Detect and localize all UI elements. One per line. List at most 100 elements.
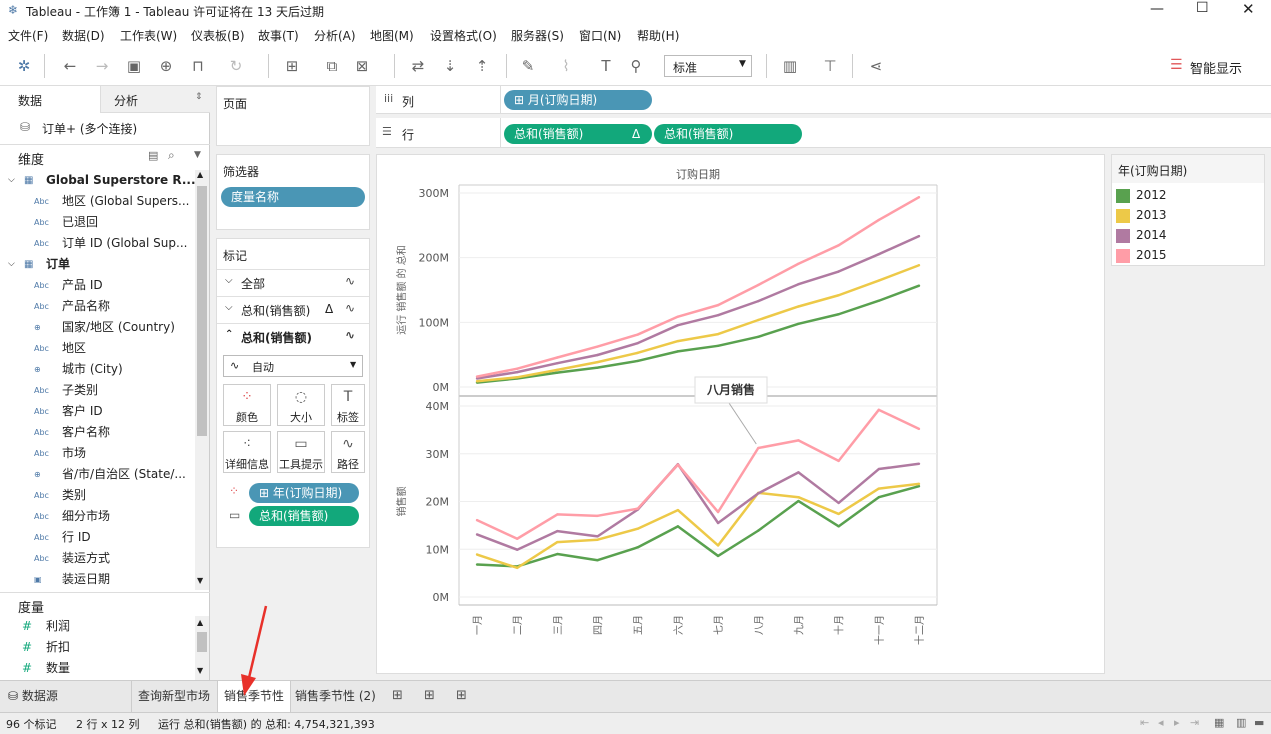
- show-cards-icon[interactable]: ▥: [780, 56, 800, 76]
- dimension-field[interactable]: Abc 产品名称: [0, 296, 195, 317]
- new-worksheet-icon[interactable]: ⊞: [282, 56, 302, 76]
- scroll-down-icon[interactable]: ▼: [197, 576, 203, 585]
- clear-sheet-icon[interactable]: ⊠: [352, 56, 372, 76]
- refresh-icon[interactable]: ↻: [226, 56, 246, 76]
- prev-page-icon[interactable]: ◂: [1158, 716, 1164, 729]
- measure-field[interactable]: # 折扣: [0, 637, 195, 658]
- highlight-icon[interactable]: ✎: [518, 56, 538, 76]
- new-dashboard-icon[interactable]: ⊞: [424, 688, 435, 703]
- dimension-field[interactable]: Abc 产品 ID: [0, 275, 195, 296]
- dimension-folder[interactable]: ⌵ ▦ 订单: [0, 254, 195, 275]
- dimension-field[interactable]: Abc 地区 (Global Supers...: [0, 191, 195, 212]
- menu-format[interactable]: 设置格式(O): [430, 27, 497, 44]
- dimension-folder[interactable]: ⌵ ▦ Global Superstore R...: [0, 170, 195, 191]
- dimension-field[interactable]: ⊕ 省/市/自治区 (State/...: [0, 464, 195, 485]
- path-pill-sum-sales[interactable]: 总和(销售额): [249, 506, 359, 526]
- dimension-scrollbar[interactable]: ▲ ▼: [195, 170, 209, 590]
- tableau-home-icon[interactable]: ✲: [14, 56, 34, 76]
- scroll-up-icon[interactable]: ▲: [197, 170, 203, 179]
- filmstrip-view-icon[interactable]: ▥: [1236, 716, 1246, 729]
- search-icon[interactable]: ⌕: [168, 148, 175, 163]
- marks-row-sum-sales-delta[interactable]: ⌵ 总和(销售额) Δ ∿: [217, 296, 369, 323]
- sort-ascending-icon[interactable]: ⇣: [440, 56, 460, 76]
- show-labels-icon[interactable]: T: [596, 56, 616, 76]
- last-page-icon[interactable]: ⇥: [1190, 716, 1199, 729]
- label-button[interactable]: T 标签: [331, 384, 365, 426]
- columns-pill-month[interactable]: ⊞ 月(订购日期): [504, 90, 652, 110]
- legend-item[interactable]: 2014: [1116, 227, 1256, 245]
- dimension-field[interactable]: ⊕ 城市 (City): [0, 359, 195, 380]
- share-icon[interactable]: ⋖: [866, 56, 886, 76]
- menu-file[interactable]: 文件(F): [8, 27, 48, 44]
- measure-scrollbar[interactable]: ▲ ▼: [195, 616, 209, 680]
- dimension-field[interactable]: Abc 类别: [0, 485, 195, 506]
- filters-card[interactable]: 筛选器 度量名称: [216, 154, 370, 230]
- rows-shelf[interactable]: ☰ 行 总和(销售额) Δ 总和(销售额): [376, 118, 1271, 148]
- tooltip-button[interactable]: ▭ 工具提示: [277, 431, 325, 473]
- tab-analysis[interactable]: 分析 ⇕: [100, 86, 210, 113]
- sort-descending-icon[interactable]: ⇡: [472, 56, 492, 76]
- marks-row-all[interactable]: ⌵ 全部 ∿: [217, 269, 369, 296]
- tab-datasource[interactable]: ⛁ 数据源: [2, 681, 130, 712]
- dimension-field[interactable]: Abc 客户名称: [0, 422, 195, 443]
- dimension-field[interactable]: Abc 细分市场: [0, 506, 195, 527]
- pause-updates-icon[interactable]: ⊓: [188, 56, 208, 76]
- legend-item[interactable]: 2013: [1116, 207, 1256, 225]
- dimension-field[interactable]: Abc 行 ID: [0, 527, 195, 548]
- tab-sheet-seasonality-2[interactable]: 销售季节性 (2): [289, 681, 382, 712]
- menu-help[interactable]: 帮助(H): [637, 27, 679, 44]
- color-button[interactable]: ⁘ 颜色: [223, 384, 271, 426]
- scrollbar-thumb[interactable]: [197, 186, 207, 436]
- maximize-icon[interactable]: ☐: [1196, 0, 1209, 16]
- show-me-icon[interactable]: ☰: [1170, 57, 1183, 73]
- measure-field[interactable]: # 利润: [0, 616, 195, 637]
- rows-pill-sum-sales-delta[interactable]: 总和(销售额) Δ: [504, 124, 652, 144]
- menu-server[interactable]: 服务器(S): [511, 27, 564, 44]
- menu-map[interactable]: 地图(M): [370, 27, 414, 44]
- marks-row-sum-sales[interactable]: ⌃ 总和(销售额) ∿: [217, 323, 369, 350]
- undo-icon[interactable]: ←: [60, 56, 80, 76]
- chevron-down-icon[interactable]: ▼: [194, 150, 201, 160]
- swap-rows-columns-icon[interactable]: ⇄: [408, 56, 428, 76]
- pages-card[interactable]: 页面: [216, 86, 370, 146]
- presentation-mode-icon[interactable]: ⊤: [820, 56, 840, 76]
- menu-worksheet[interactable]: 工作表(W): [120, 27, 177, 44]
- dimension-field[interactable]: ⊕ 国家/地区 (Country): [0, 317, 195, 338]
- size-button[interactable]: ◌ 大小: [277, 384, 325, 426]
- measure-field[interactable]: # 数量: [0, 658, 195, 679]
- new-story-icon[interactable]: ⊞: [456, 688, 467, 703]
- legend-item[interactable]: 2012: [1116, 187, 1256, 205]
- line-chart[interactable]: 订购日期 0M 100M 200M 300M 运行 销售额 的 总和 0M 10M 20M 30M…: [377, 155, 1104, 673]
- new-datasource-icon[interactable]: ⊕: [156, 56, 176, 76]
- dimension-field[interactable]: Abc 子类别: [0, 380, 195, 401]
- list-view-icon[interactable]: ▤: [148, 149, 158, 162]
- tab-data[interactable]: 数据: [0, 86, 100, 113]
- columns-shelf[interactable]: iii 列 ⊞ 月(订购日期): [376, 86, 1271, 114]
- dimension-field[interactable]: Abc 客户 ID: [0, 401, 195, 422]
- group-icon[interactable]: ⌇: [556, 56, 576, 76]
- mark-type-select[interactable]: ∿ 自动 ▼: [223, 355, 363, 377]
- connection-name[interactable]: 订单+ (多个连接): [42, 120, 137, 137]
- dimension-field[interactable]: Abc 地区: [0, 338, 195, 359]
- menu-data[interactable]: 数据(D): [62, 27, 105, 44]
- menu-analysis[interactable]: 分析(A): [314, 27, 356, 44]
- show-me-button[interactable]: 智能显示: [1190, 58, 1242, 77]
- tab-sheet-new-markets[interactable]: 查询新型市场: [131, 681, 216, 712]
- detail-button[interactable]: ⁖ 详细信息: [223, 431, 271, 473]
- menu-story[interactable]: 故事(T): [258, 27, 299, 44]
- next-page-icon[interactable]: ▸: [1174, 716, 1180, 729]
- minimize-icon[interactable]: —: [1150, 1, 1164, 17]
- dimension-field[interactable]: Abc 已退回: [0, 212, 195, 233]
- rows-pill-sum-sales[interactable]: 总和(销售额): [654, 124, 802, 144]
- grid-view-icon[interactable]: ▦: [1214, 716, 1224, 729]
- close-icon[interactable]: ✕: [1242, 0, 1255, 18]
- scroll-up-icon[interactable]: ▲: [197, 618, 203, 627]
- duplicate-sheet-icon[interactable]: ⧉: [322, 56, 342, 76]
- scroll-down-icon[interactable]: ▼: [197, 666, 203, 675]
- fit-select[interactable]: 标准 ▼: [664, 55, 752, 77]
- first-page-icon[interactable]: ⇤: [1140, 716, 1149, 729]
- pin-axes-icon[interactable]: ⚲: [626, 56, 646, 76]
- dimension-field[interactable]: Abc 市场: [0, 443, 195, 464]
- color-pill-year[interactable]: ⊞ 年(订购日期): [249, 483, 359, 503]
- dimension-field[interactable]: Abc 装运方式: [0, 548, 195, 569]
